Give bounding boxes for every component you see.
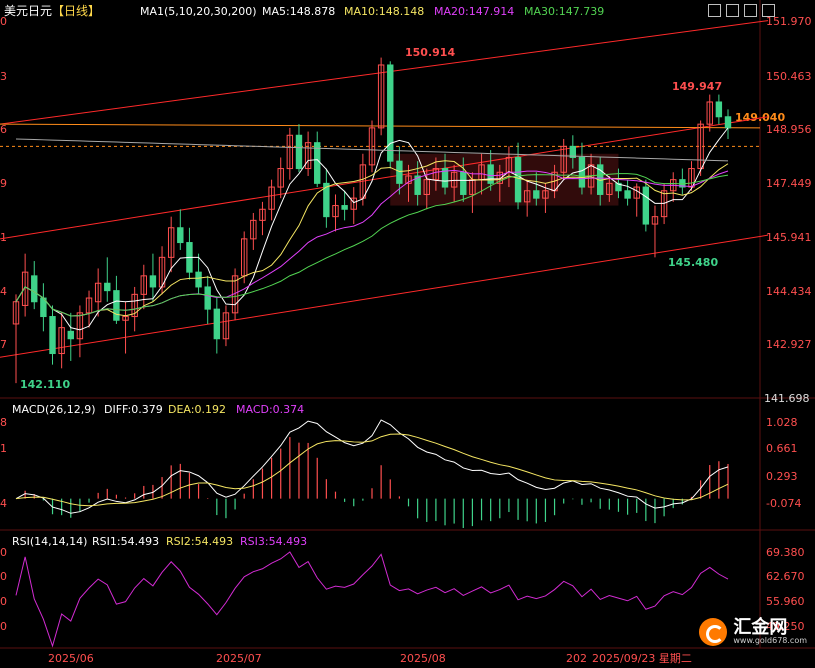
annotation-last-price: 149.040 — [735, 111, 785, 124]
candle-body — [724, 116, 732, 129]
candle-body — [578, 156, 586, 188]
left-tick: 1 — [0, 442, 7, 455]
annotation-low-recent: 145.480 — [668, 256, 718, 269]
rsi3-value: RSI3:54.493 — [240, 535, 307, 548]
candle-body — [204, 286, 211, 310]
chart-expand-icon[interactable] — [726, 4, 739, 17]
annotation-high: 150.914 — [405, 46, 455, 59]
left-tick: 8 — [0, 416, 7, 429]
ma20-line — [15, 169, 729, 317]
chart-minimize-icon[interactable] — [744, 4, 757, 17]
left-tick: 0 — [0, 15, 7, 28]
candle-body — [113, 290, 120, 321]
watermark: 汇金网 www.gold678.com — [699, 618, 807, 646]
x-tick: 2025/07 — [216, 652, 262, 665]
left-tick: 9 — [0, 177, 7, 190]
price-tick-bottom: 141.698 — [764, 392, 810, 405]
macd-dea-value: DEA:0.192 — [168, 403, 226, 416]
macd-tick: -0.074 — [766, 497, 801, 510]
ma5-value: MA5:148.878 — [262, 5, 335, 18]
left-tick: 4 — [0, 285, 7, 298]
candle-body — [487, 164, 494, 184]
ma20-value: MA20:147.914 — [434, 5, 514, 18]
macd-tick: 0.293 — [766, 470, 798, 483]
period-label[interactable]: 【日线】 — [52, 4, 100, 18]
channel-middle-line — [0, 116, 769, 240]
candle-body — [715, 101, 723, 118]
price-tick: 145.941 — [766, 231, 812, 244]
rsi-tick: 69.380 — [766, 546, 805, 559]
annotation-low: 142.110 — [20, 378, 70, 391]
rsi1-value: RSI1:54.493 — [92, 535, 159, 548]
macd-value: MACD:0.374 — [236, 403, 304, 416]
candle-body — [31, 275, 38, 303]
candle-body — [49, 316, 56, 355]
x-tick: 2025/08 — [400, 652, 446, 665]
left-tick: 6 — [0, 123, 7, 136]
candle-body — [67, 330, 74, 340]
macd-tick: 1.028 — [766, 416, 798, 429]
candle-body — [213, 308, 221, 340]
watermark-text: 汇金网 — [733, 617, 788, 638]
chart-settings-icon[interactable] — [708, 4, 721, 17]
macd-diff-line — [15, 419, 729, 514]
price-tick: 150.463 — [766, 70, 812, 83]
macd-label: MACD(26,12,9) — [12, 403, 96, 416]
rsi-tick: 55.960 — [766, 595, 805, 608]
chart-close-icon[interactable] — [762, 4, 775, 17]
rsi-label: RSI(14,14,14) — [12, 535, 87, 548]
watermark-url: www.gold678.com — [733, 636, 807, 645]
ma30-line — [15, 173, 729, 317]
rsi2-value: RSI2:54.493 — [166, 535, 233, 548]
candle-body — [341, 205, 348, 210]
left-tick: 0 — [0, 546, 7, 559]
price-tick: 144.434 — [766, 285, 812, 298]
candle-body — [514, 156, 522, 203]
price-tick: 142.927 — [766, 338, 812, 351]
left-tick: 4 — [0, 497, 7, 510]
ma-label: MA1(5,10,20,30,200) — [140, 5, 257, 18]
resistance-line — [0, 123, 761, 129]
chart-canvas[interactable]: 美元日元 【日线】 MA1(5,10,20,30,200) MA5:148.87… — [0, 0, 815, 668]
rsi-tick: 62.670 — [766, 570, 805, 583]
candle-body — [624, 190, 631, 199]
candle-body — [396, 160, 403, 184]
candle-body — [533, 190, 540, 199]
candle-body — [149, 275, 157, 288]
left-tick: 3 — [0, 70, 7, 83]
ma30-value: MA30:147.739 — [524, 5, 604, 18]
left-tick: 7 — [0, 338, 7, 351]
candle-body — [195, 271, 202, 288]
gold678-logo-icon — [699, 618, 728, 646]
rsi-line — [15, 551, 729, 648]
x-tick: 2025/06 — [48, 652, 94, 665]
candle-body — [295, 134, 303, 170]
left-tick: 0 — [0, 595, 7, 608]
chart-title: 美元日元 — [4, 4, 52, 18]
candle-body — [460, 171, 467, 195]
candle-body — [104, 282, 111, 292]
ma10-value: MA10:148.148 — [344, 5, 424, 18]
left-tick: 0 — [0, 620, 7, 633]
candle-body — [642, 186, 650, 225]
candle-body — [387, 64, 394, 162]
x-tick: 202 — [566, 652, 587, 665]
date-cursor-label: 2025/09/23 星期二 — [592, 652, 692, 665]
left-tick: 0 — [0, 570, 7, 583]
annotation-high2: 149.947 — [672, 80, 722, 93]
macd-tick: 0.661 — [766, 442, 798, 455]
price-tick: 148.956 — [766, 123, 812, 136]
candle-body — [177, 227, 184, 244]
price-tick: 147.449 — [766, 177, 812, 190]
macd-diff-value: DIFF:0.379 — [104, 403, 163, 416]
